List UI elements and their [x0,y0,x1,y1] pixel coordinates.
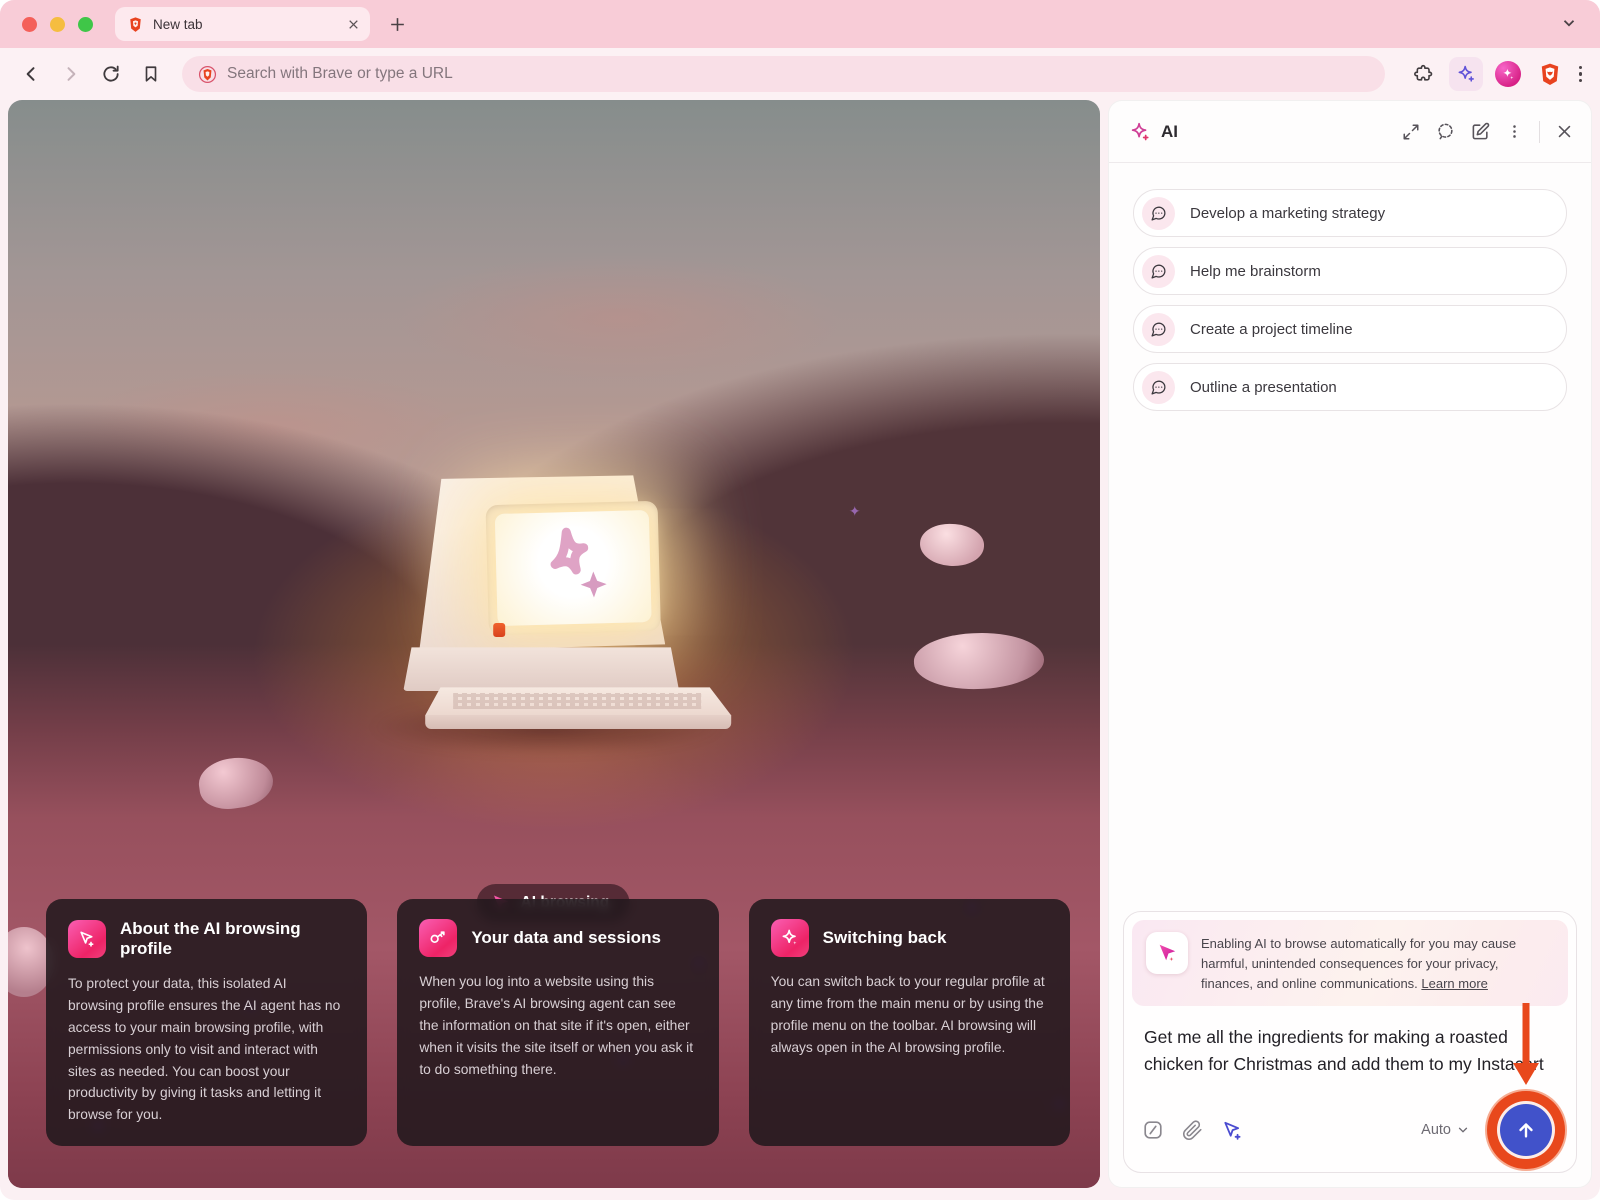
warning-text: Enabling AI to browse automatically for … [1201,932,1554,994]
card-about-profile: About the AI browsing profile To protect… [46,899,367,1146]
profile-avatar[interactable] [1491,57,1525,91]
titlebar: New tab [0,0,1600,48]
leo-ai-panel: AI [1108,100,1592,1188]
composer-toolbar: Auto [1132,1102,1568,1164]
ai-profile-avatar-icon [1495,61,1521,87]
forward-button[interactable] [54,57,88,91]
tab-title: New tab [153,17,338,32]
content-area: ✦ [0,100,1600,1200]
bookmark-icon[interactable] [134,57,168,91]
zoom-window-button[interactable] [78,17,93,32]
prompt-marketing-strategy[interactable]: Develop a marketing strategy [1133,189,1567,237]
suggested-prompts: Develop a marketing strategy Help me bra… [1109,163,1591,411]
ai-panel-title: AI [1161,122,1178,142]
card-body: When you log into a website using this p… [419,971,696,1080]
leo-sparkle-icon [1129,121,1151,143]
brave-sticker [493,623,505,637]
browser-window: New tab Search with Brave [0,0,1600,1200]
prompt-label: Help me brainstorm [1190,263,1321,280]
extensions-icon[interactable] [1407,57,1441,91]
address-placeholder: Search with Brave or type a URL [227,65,453,83]
sky-sparkle-decoration: ✦ [849,503,861,520]
minimize-window-button[interactable] [50,17,65,32]
expand-panel-icon[interactable] [1402,123,1420,141]
new-tab-hero: ✦ [8,100,1100,1188]
conversation-history-icon[interactable] [1436,122,1455,141]
chat-bubble-icon [1142,197,1175,230]
prompt-outline-presentation[interactable]: Outline a presentation [1133,363,1567,411]
navigation-toolbar: Search with Brave or type a URL [0,48,1600,100]
brave-shield-icon [198,65,217,84]
close-window-button[interactable] [22,17,37,32]
close-panel-icon[interactable] [1556,123,1573,140]
sparkle-icon [771,919,809,957]
chevron-down-icon [1456,1123,1470,1137]
model-selector-label: Auto [1421,1122,1451,1138]
browser-menu-kebab-icon[interactable] [1575,66,1587,83]
attachment-paperclip-icon[interactable] [1182,1120,1203,1141]
toolbar-actions [1407,57,1587,91]
chat-bubble-icon [1142,371,1175,404]
tab-close-icon[interactable] [347,18,360,31]
new-chat-compose-icon[interactable] [1471,122,1490,141]
leo-ai-button[interactable] [1449,57,1483,91]
card-title: About the AI browsing profile [120,919,345,959]
new-tab-button[interactable] [388,15,407,34]
message-input[interactable]: Get me all the ingredients for making a … [1132,1006,1568,1102]
prompt-brainstorm[interactable]: Help me brainstorm [1133,247,1567,295]
address-bar[interactable]: Search with Brave or type a URL [182,56,1385,92]
learn-more-link[interactable]: Learn more [1421,976,1487,991]
ai-cursor-icon [68,920,106,958]
retro-computer-illustration [377,475,717,765]
ai-browsing-cursor-icon[interactable] [1221,1119,1244,1142]
card-body: To protect your data, this isolated AI b… [68,973,345,1126]
info-cards: About the AI browsing profile To protect… [46,899,1070,1146]
chat-composer: Enabling AI to browse automatically for … [1123,911,1577,1173]
prompt-project-timeline[interactable]: Create a project timeline [1133,305,1567,353]
model-selector[interactable]: Auto [1421,1122,1470,1138]
ai-panel-header: AI [1109,101,1591,163]
chat-bubble-icon [1142,313,1175,346]
ai-cursor-icon [1146,932,1188,974]
tab-search-chevron-icon[interactable] [1560,14,1578,32]
card-body: You can switch back to your regular prof… [771,971,1048,1058]
key-icon [419,919,457,957]
slash-commands-icon[interactable] [1142,1119,1164,1141]
panel-menu-kebab-icon[interactable] [1506,123,1523,140]
brave-favicon [127,16,144,33]
card-data-sessions: Your data and sessions When you log into… [397,899,718,1146]
ai-browsing-warning: Enabling AI to browse automatically for … [1132,920,1568,1006]
arrow-up-icon [1515,1119,1537,1141]
prompt-label: Develop a marketing strategy [1190,205,1385,222]
brave-menu-lion-icon[interactable] [1533,57,1567,91]
prompt-label: Outline a presentation [1190,379,1337,396]
glowing-screen [495,510,652,626]
traffic-lights [22,17,93,32]
card-title: Switching back [823,928,947,948]
card-switching-back: Switching back You can switch back to yo… [749,899,1070,1146]
back-button[interactable] [14,57,48,91]
chat-bubble-icon [1142,255,1175,288]
browser-tab[interactable]: New tab [115,7,370,41]
card-title: Your data and sessions [471,928,661,948]
send-button[interactable] [1500,1104,1552,1156]
reload-button[interactable] [94,57,128,91]
prompt-label: Create a project timeline [1190,321,1353,338]
